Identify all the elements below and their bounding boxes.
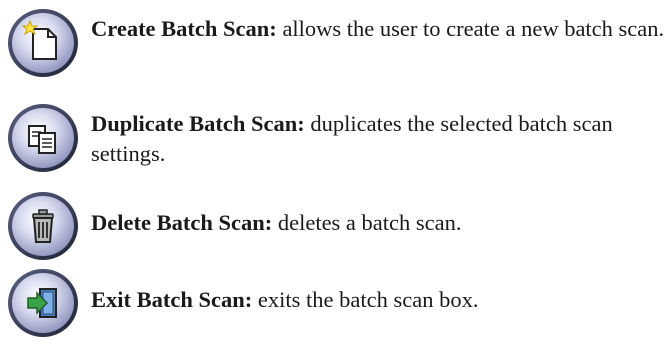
entry-title: Delete Batch Scan: [91,210,273,235]
entry-title: Duplicate Batch Scan: [91,111,305,136]
create-batch-scan-entry: Create Batch Scan: allows the user to cr… [0,0,672,84]
duplicate-batch-scan-entry: Duplicate Batch Scan: duplicates the sel… [0,84,672,174]
trash-icon [32,209,54,243]
delete-batch-scan-button[interactable] [6,190,80,262]
exit-batch-scan-text: Exit Batch Scan: exits the batch scan bo… [91,285,668,315]
duplicate-batch-scan-button[interactable] [6,102,80,174]
duplicate-batch-scan-text: Duplicate Batch Scan: duplicates the sel… [91,109,668,169]
entry-description: deletes a batch scan. [272,210,462,235]
delete-batch-scan-text: Delete Batch Scan: deletes a batch scan. [91,208,668,238]
create-batch-scan-text: Create Batch Scan: allows the user to cr… [91,14,668,44]
delete-batch-scan-entry: Delete Batch Scan: deletes a batch scan. [0,174,672,260]
entry-title: Create Batch Scan: [91,16,277,41]
create-batch-scan-button[interactable] [6,7,80,79]
exit-batch-scan-entry: Exit Batch Scan: exits the batch scan bo… [0,254,672,347]
exit-batch-scan-button[interactable] [6,267,80,339]
entry-description: allows the user to create a new batch sc… [276,16,665,41]
entry-description: exits the batch scan box. [252,287,479,312]
entry-title: Exit Batch Scan: [91,287,253,312]
